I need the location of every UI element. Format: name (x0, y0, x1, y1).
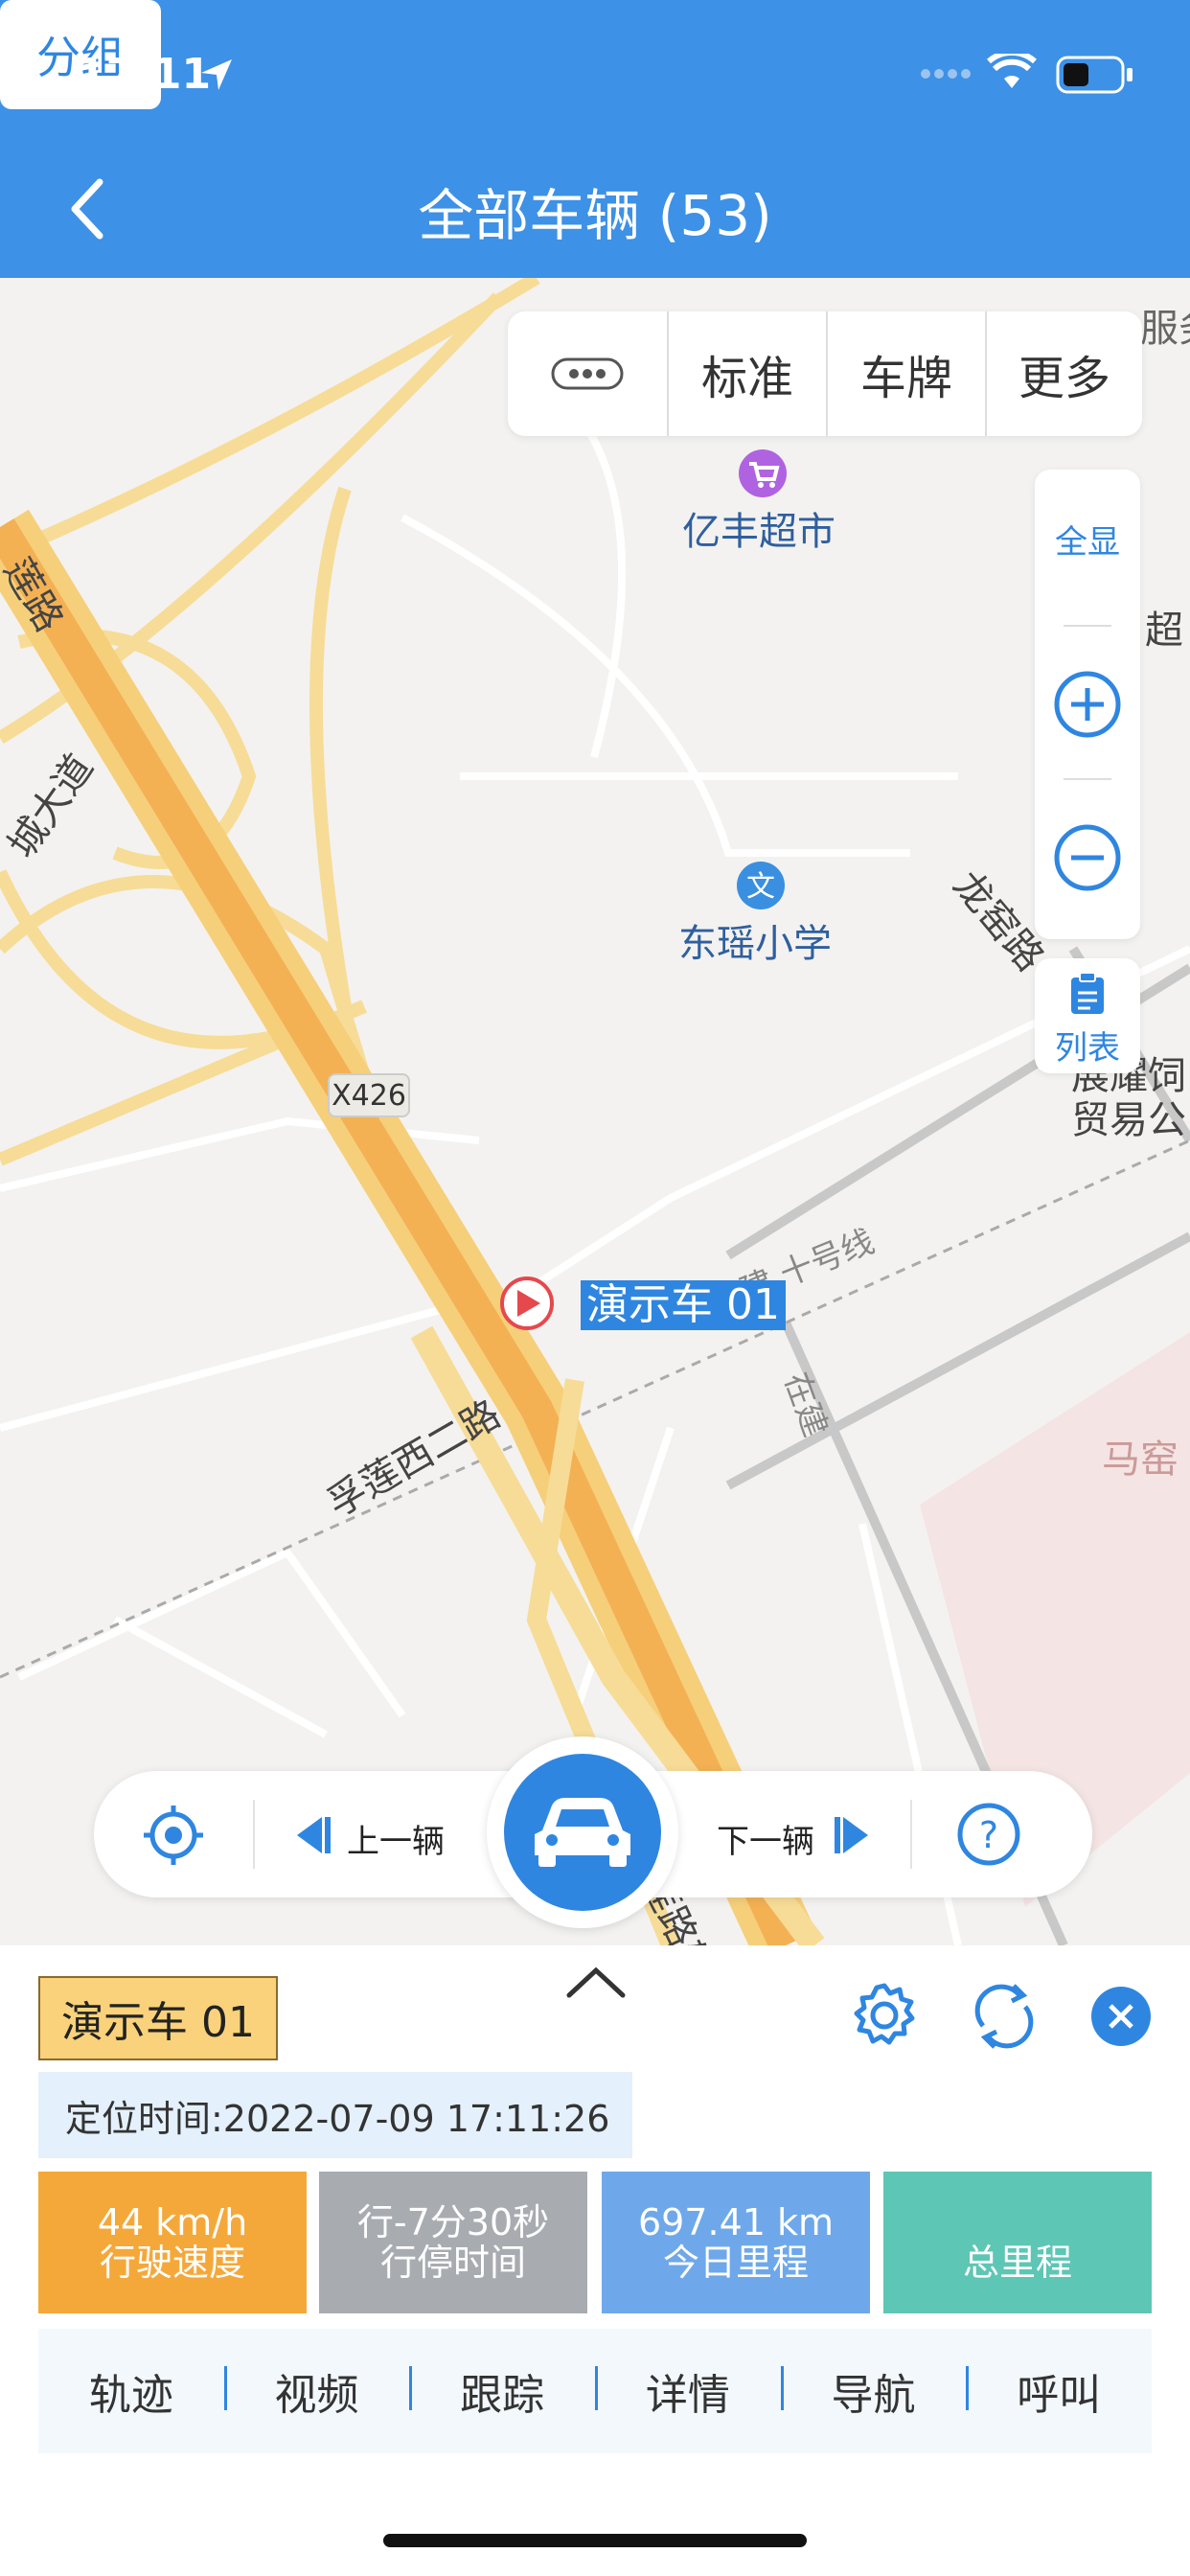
location-time: 定位时间:2022-07-09 17:11:26 (38, 2072, 632, 2158)
home-indicator (383, 2534, 807, 2547)
vehicle-center-button[interactable] (487, 1736, 678, 1928)
map-toolbar: 标准 车牌 更多 (508, 311, 1142, 436)
stat-label: 总里程 (962, 2242, 1072, 2284)
zoom-out-icon[interactable] (1052, 822, 1123, 893)
previous-arrow-icon[interactable] (293, 1815, 333, 1855)
svg-text:文: 文 (746, 870, 775, 904)
more-button[interactable]: 更多 (985, 311, 1142, 436)
road-label: 超 (1145, 609, 1183, 653)
previous-vehicle-button[interactable]: 上一辆 (347, 1815, 445, 1862)
page-title: 全部车辆 (53) (418, 183, 772, 248)
action-bar: 轨迹 视频 跟踪 详情 导航 呼叫 (38, 2329, 1152, 2453)
location-arrow-icon (201, 59, 232, 90)
car-icon (535, 1798, 630, 1867)
close-icon[interactable] (1090, 1986, 1152, 2047)
stat-label: 今日里程 (662, 2242, 809, 2284)
total-mileage-stat: 总里程 (883, 2172, 1152, 2313)
ellipsis-icon (551, 357, 624, 390)
poi-label: 东瑶小学 (678, 922, 832, 966)
divider (910, 1800, 912, 1869)
follow-button[interactable]: 跟踪 (409, 2360, 595, 2422)
list-button[interactable]: 列表 (1035, 958, 1140, 1073)
more-dots-button[interactable] (508, 311, 667, 436)
school-icon: 文 (737, 862, 785, 909)
divider (253, 1800, 255, 1869)
divider (1064, 625, 1111, 627)
help-icon[interactable]: ? (956, 1802, 1021, 1867)
stat-value: 44 km/h (97, 2201, 248, 2243)
next-arrow-icon[interactable] (832, 1815, 872, 1855)
drive-stop-stat: 行-7分30秒 行停时间 (319, 2172, 587, 2313)
stat-value (883, 2202, 1152, 2242)
wifi-icon (987, 54, 1037, 88)
status-time: 17:11 (77, 50, 212, 99)
zoom-panel: 全显 (1035, 470, 1140, 939)
signal-icon (921, 69, 971, 79)
stat-value: 697.41 km (637, 2201, 835, 2243)
divider (1064, 778, 1111, 780)
video-button[interactable]: 视频 (223, 2360, 410, 2422)
speed-stat: 44 km/h 行驶速度 (38, 2172, 307, 2313)
shopping-cart-icon (739, 449, 787, 497)
road-label: 贸易公 (1071, 1098, 1186, 1142)
vehicle-plate-tag: 演示车 01 (38, 1976, 278, 2060)
road-label: 服务 (1140, 307, 1190, 351)
locate-target-icon[interactable] (142, 1804, 205, 1867)
vehicle-map-label[interactable]: 演示车 01 (581, 1280, 786, 1330)
poi-label: 亿丰超市 (682, 510, 835, 554)
map-view[interactable]: 莲路 城大道 龙窑路 孚莲西二路 孚莲路辅路 在建 在建 十号线 服务 超 展耀… (0, 278, 1190, 1945)
settings-gear-icon[interactable] (851, 1982, 918, 2049)
battery-icon (1056, 56, 1133, 94)
stat-label: 行停时间 (379, 2242, 526, 2284)
zoom-in-icon[interactable] (1052, 669, 1123, 740)
standard-map-button[interactable]: 标准 (667, 311, 826, 436)
svg-text:?: ? (979, 1814, 998, 1856)
road-label: 马窑 (1102, 1438, 1179, 1482)
clipboard-icon (1071, 972, 1104, 1014)
track-button[interactable]: 轨迹 (38, 2360, 224, 2422)
plate-button[interactable]: 车牌 (826, 311, 985, 436)
next-vehicle-button[interactable]: 下一辆 (717, 1815, 814, 1862)
top-app-bar: 17:11 全部车辆 (53) 分组 (0, 0, 1190, 278)
road-shield: X426 (328, 1073, 410, 1117)
list-label: 列表 (1055, 1029, 1120, 1068)
map-roads (0, 278, 1190, 1945)
expand-chevron-icon[interactable] (565, 1965, 627, 1999)
full-view-button[interactable]: 全显 (1035, 516, 1140, 563)
details-button[interactable]: 详情 (595, 2360, 781, 2422)
call-button[interactable]: 呼叫 (966, 2360, 1152, 2422)
navigate-button[interactable]: 导航 (780, 2360, 967, 2422)
vehicle-marker-icon[interactable] (498, 1275, 556, 1332)
stat-value: 行-7分30秒 (356, 2201, 550, 2243)
today-mileage-stat: 697.41 km 今日里程 (602, 2172, 870, 2313)
stat-label: 行驶速度 (99, 2242, 245, 2284)
refresh-icon[interactable] (970, 1982, 1039, 2051)
